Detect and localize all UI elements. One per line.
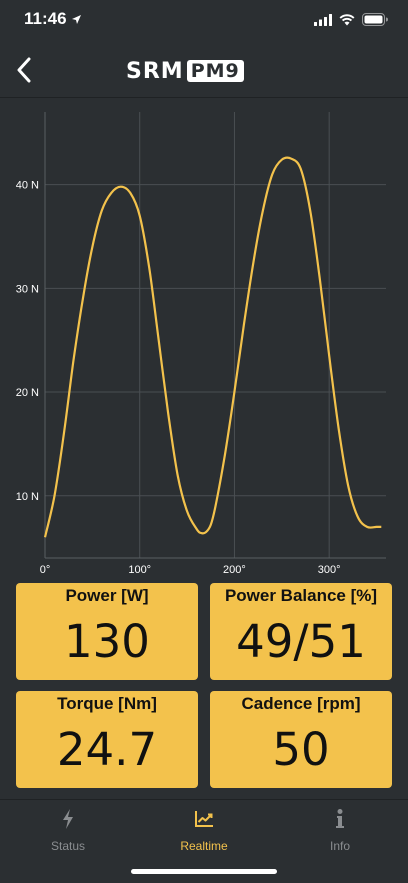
y-tick-label: 20 N bbox=[16, 387, 39, 399]
tab-info[interactable]: Info bbox=[285, 808, 395, 858]
power-tile[interactable]: Power [W] 130 bbox=[16, 583, 198, 680]
status-icons bbox=[314, 13, 388, 26]
x-tick-label: 0° bbox=[40, 564, 51, 576]
x-tick-label: 300° bbox=[318, 564, 341, 576]
y-tick-label: 40 N bbox=[16, 180, 39, 192]
battery-icon bbox=[362, 13, 388, 26]
power-balance-value: 49/51 bbox=[236, 615, 366, 668]
tab-info-label: Info bbox=[329, 839, 350, 853]
force-curve-chart: 0° 100° 200° 300° 10 N 20 N 30 N 40 N bbox=[0, 100, 408, 580]
lightning-bolt-icon bbox=[63, 809, 73, 829]
cadence-tile[interactable]: Cadence [rpm] 50 bbox=[210, 691, 392, 788]
line-chart-icon bbox=[195, 811, 213, 827]
chevron-left-icon bbox=[17, 57, 31, 83]
tab-status[interactable]: Status bbox=[13, 808, 123, 858]
chart-svg: 0° 100° 200° 300° 10 N 20 N 30 N 40 N bbox=[16, 112, 386, 576]
tab-status-label: Status bbox=[50, 839, 86, 853]
power-balance-label: Power Balance [%] bbox=[224, 586, 378, 605]
clock: 11:46 bbox=[24, 9, 67, 28]
logo-badge: PM9 bbox=[186, 60, 244, 82]
torque-label: Torque [Nm] bbox=[57, 694, 157, 713]
metric-tiles: Power [W] 130 Power Balance [%] 49/51 To… bbox=[16, 583, 392, 789]
x-tick-label: 200° bbox=[223, 564, 246, 576]
power-label: Power [W] bbox=[65, 586, 149, 605]
tab-realtime[interactable]: Realtime bbox=[149, 808, 259, 858]
cadence-label: Cadence [rpm] bbox=[241, 694, 361, 713]
power-value: 130 bbox=[64, 615, 150, 668]
srm-pm9-logo: SRM PM9 bbox=[126, 58, 244, 84]
x-tick-label: 100° bbox=[128, 564, 151, 576]
info-icon bbox=[336, 809, 344, 828]
y-tick-label: 30 N bbox=[16, 283, 39, 295]
torque-value: 24.7 bbox=[56, 723, 158, 776]
status-time: 11:46 bbox=[24, 9, 82, 29]
logo-text: SRM bbox=[126, 58, 184, 84]
power-balance-tile[interactable]: Power Balance [%] 49/51 bbox=[210, 583, 392, 680]
cadence-value: 50 bbox=[272, 723, 330, 776]
home-indicator bbox=[131, 869, 277, 874]
tab-realtime-label: Realtime bbox=[180, 839, 228, 853]
wifi-icon bbox=[339, 13, 355, 25]
cellular-signal-icon bbox=[314, 13, 332, 26]
status-bar: 11:46 bbox=[0, 0, 408, 40]
torque-tile[interactable]: Torque [Nm] 24.7 bbox=[16, 691, 198, 788]
location-arrow-icon bbox=[71, 14, 81, 24]
header: SRM PM9 bbox=[0, 40, 408, 98]
back-button[interactable] bbox=[6, 50, 42, 90]
header-divider bbox=[0, 97, 408, 98]
y-tick-label: 10 N bbox=[16, 491, 39, 503]
force-series-line bbox=[43, 156, 382, 538]
